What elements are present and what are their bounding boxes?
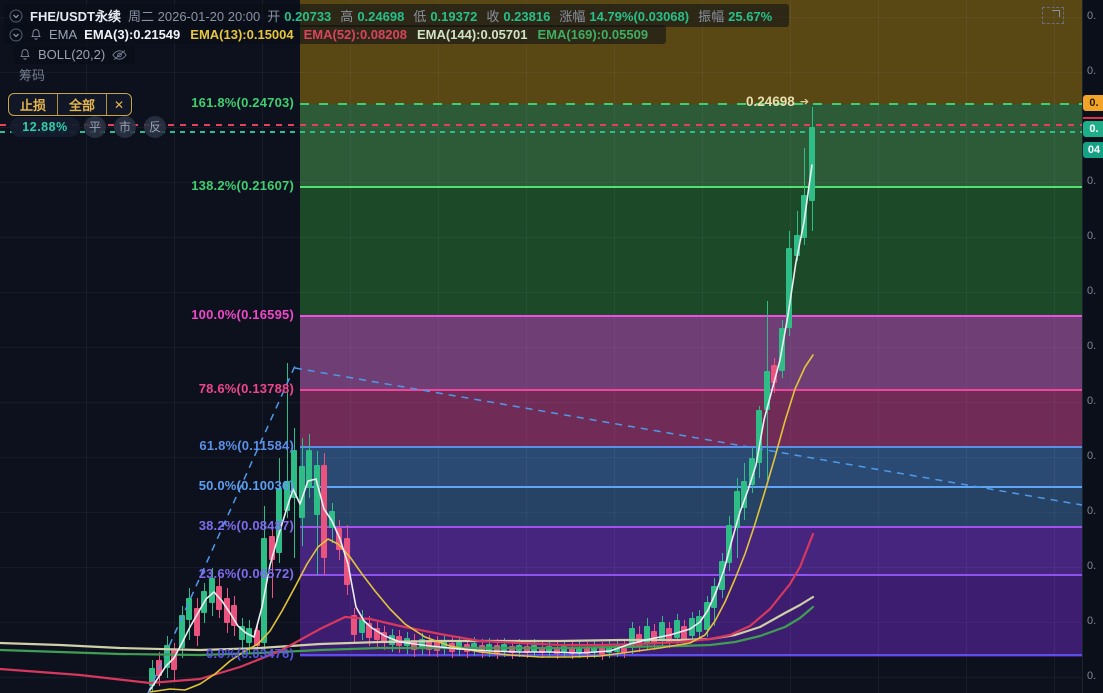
trendline (294, 367, 1082, 506)
fib-level-label: 138.2%(0.21607) (191, 178, 294, 193)
price-axis-label: 0. (1087, 65, 1097, 77)
ema-value: EMA(169):0.05509 (537, 27, 649, 42)
last-price-badge: 0. (1083, 121, 1103, 137)
collapse-chevron-icon[interactable] (9, 9, 23, 23)
price-axis-label: 0. (1087, 670, 1097, 682)
high-price-text: 0.24698 (746, 94, 795, 109)
price-axis-label: 0. (1087, 285, 1097, 297)
candlestick-chart[interactable]: FHE/USDT永续 周二 2026-01-20 20:00 开 0.20733 高… (0, 0, 1082, 693)
symbol-title: FHE/USDT永续 (30, 9, 122, 24)
high-arrow-icon: ➔ (799, 96, 810, 108)
ema-value: EMA(144):0.05701 (416, 27, 528, 42)
high-price-marker (1083, 117, 1103, 119)
countdown-badge: 04 (1083, 142, 1103, 158)
price-axis-label: 0. (1087, 450, 1097, 462)
ema3-line (149, 164, 813, 691)
ohlc-field: 高 0.24698 (340, 9, 405, 24)
session-high-label: 0.24698 ➔ (746, 94, 809, 109)
price-axis-label: 0. (1087, 560, 1097, 572)
boll-legend: BOLL(20,2) (14, 45, 136, 64)
ohlc-field: 收 0.23816 (486, 9, 551, 24)
market-order-button[interactable]: 市 (114, 116, 136, 138)
ema-value: EMA(52):0.08208 (303, 27, 407, 42)
trading-app: FHE/USDT永续 周二 2026-01-20 20:00 开 0.20733 高… (0, 0, 1103, 693)
fib-level-label: 100.0%(0.16595) (191, 307, 294, 322)
price-axis-label: 0. (1087, 505, 1097, 517)
ema-indicator-label: EMA (49, 27, 78, 42)
chips-indicator-label[interactable]: 筹码 (14, 63, 53, 86)
price-axis-label: 0. (1087, 340, 1097, 352)
fib-level-label: 0.0%(0.03476) (206, 646, 294, 661)
all-button[interactable]: 全部 (57, 94, 106, 115)
reverse-position-button[interactable]: 反 (144, 116, 166, 138)
ema-value: EMA(13):0.15004 (190, 27, 294, 42)
price-axis-label: 0. (1087, 615, 1097, 627)
close-position-button[interactable]: 平 (84, 116, 106, 138)
ohlc-field: 开 0.20733 (267, 9, 332, 24)
bar-datetime: 周二 2026-01-20 20:00 (128, 9, 261, 24)
ohlc-legend: FHE/USDT永续 周二 2026-01-20 20:00 开 0.20733 高… (4, 4, 790, 27)
price-axis-label: 0. (1087, 395, 1097, 407)
boll-indicator-label: BOLL(20,2) (38, 47, 106, 62)
alert-bell-icon[interactable] (19, 48, 31, 61)
ema-values: EMA(3):0.21549 EMA(13):0.15004 EMA(52):0.0… (84, 27, 658, 42)
ohlc-field: 涨幅 14.79%(0.03068) (559, 9, 690, 24)
screenshot-region-icon[interactable] (1042, 7, 1064, 24)
price-axis-label: 0. (1087, 10, 1097, 22)
screenshot-corner-mark (1052, 10, 1060, 17)
stop-loss-button[interactable]: 止损 (9, 94, 57, 115)
price-axis-label: 0. (1087, 175, 1097, 187)
ema-legend: EMA EMA(3):0.21549 EMA(13):0.15004 EMA(52)… (4, 25, 667, 44)
ohlc-fields: 开 0.20733 高 0.24698 低 0.19372 收 0.23816 涨幅 14.79%… (267, 6, 781, 25)
alert-bell-icon[interactable] (30, 28, 42, 41)
visibility-off-icon[interactable] (112, 49, 127, 61)
price-axis[interactable]: 0. 0. 0. 0. 0. 0. 0. 0. 0. 0. 0. 0. 0. 0. 04 (1082, 0, 1103, 693)
fib-level-label: 38.2%(0.08487) (198, 518, 294, 533)
fib-level-label: 23.6%(0.06572) (198, 566, 294, 581)
fib-level-label: 61.8%(0.11584) (199, 438, 294, 453)
stop-order-price-badge: 0. (1083, 95, 1103, 111)
price-axis-label: 0. (1087, 230, 1097, 242)
ema-value: EMA(3):0.21549 (84, 27, 181, 42)
ohlc-field: 低 0.19372 (413, 9, 478, 24)
ohlc-field: 振幅 25.67% (698, 9, 773, 24)
stop-loss-order-controls: 止损 全部 ✕ (8, 93, 133, 116)
position-pnl-badge: 12.88% (10, 117, 80, 137)
cancel-order-icon[interactable]: ✕ (106, 94, 131, 115)
fib-level-label: 78.6%(0.13788) (198, 381, 294, 396)
fib-level-label: 50.0%(0.10036) (198, 478, 294, 493)
collapse-chevron-icon[interactable] (9, 28, 23, 42)
